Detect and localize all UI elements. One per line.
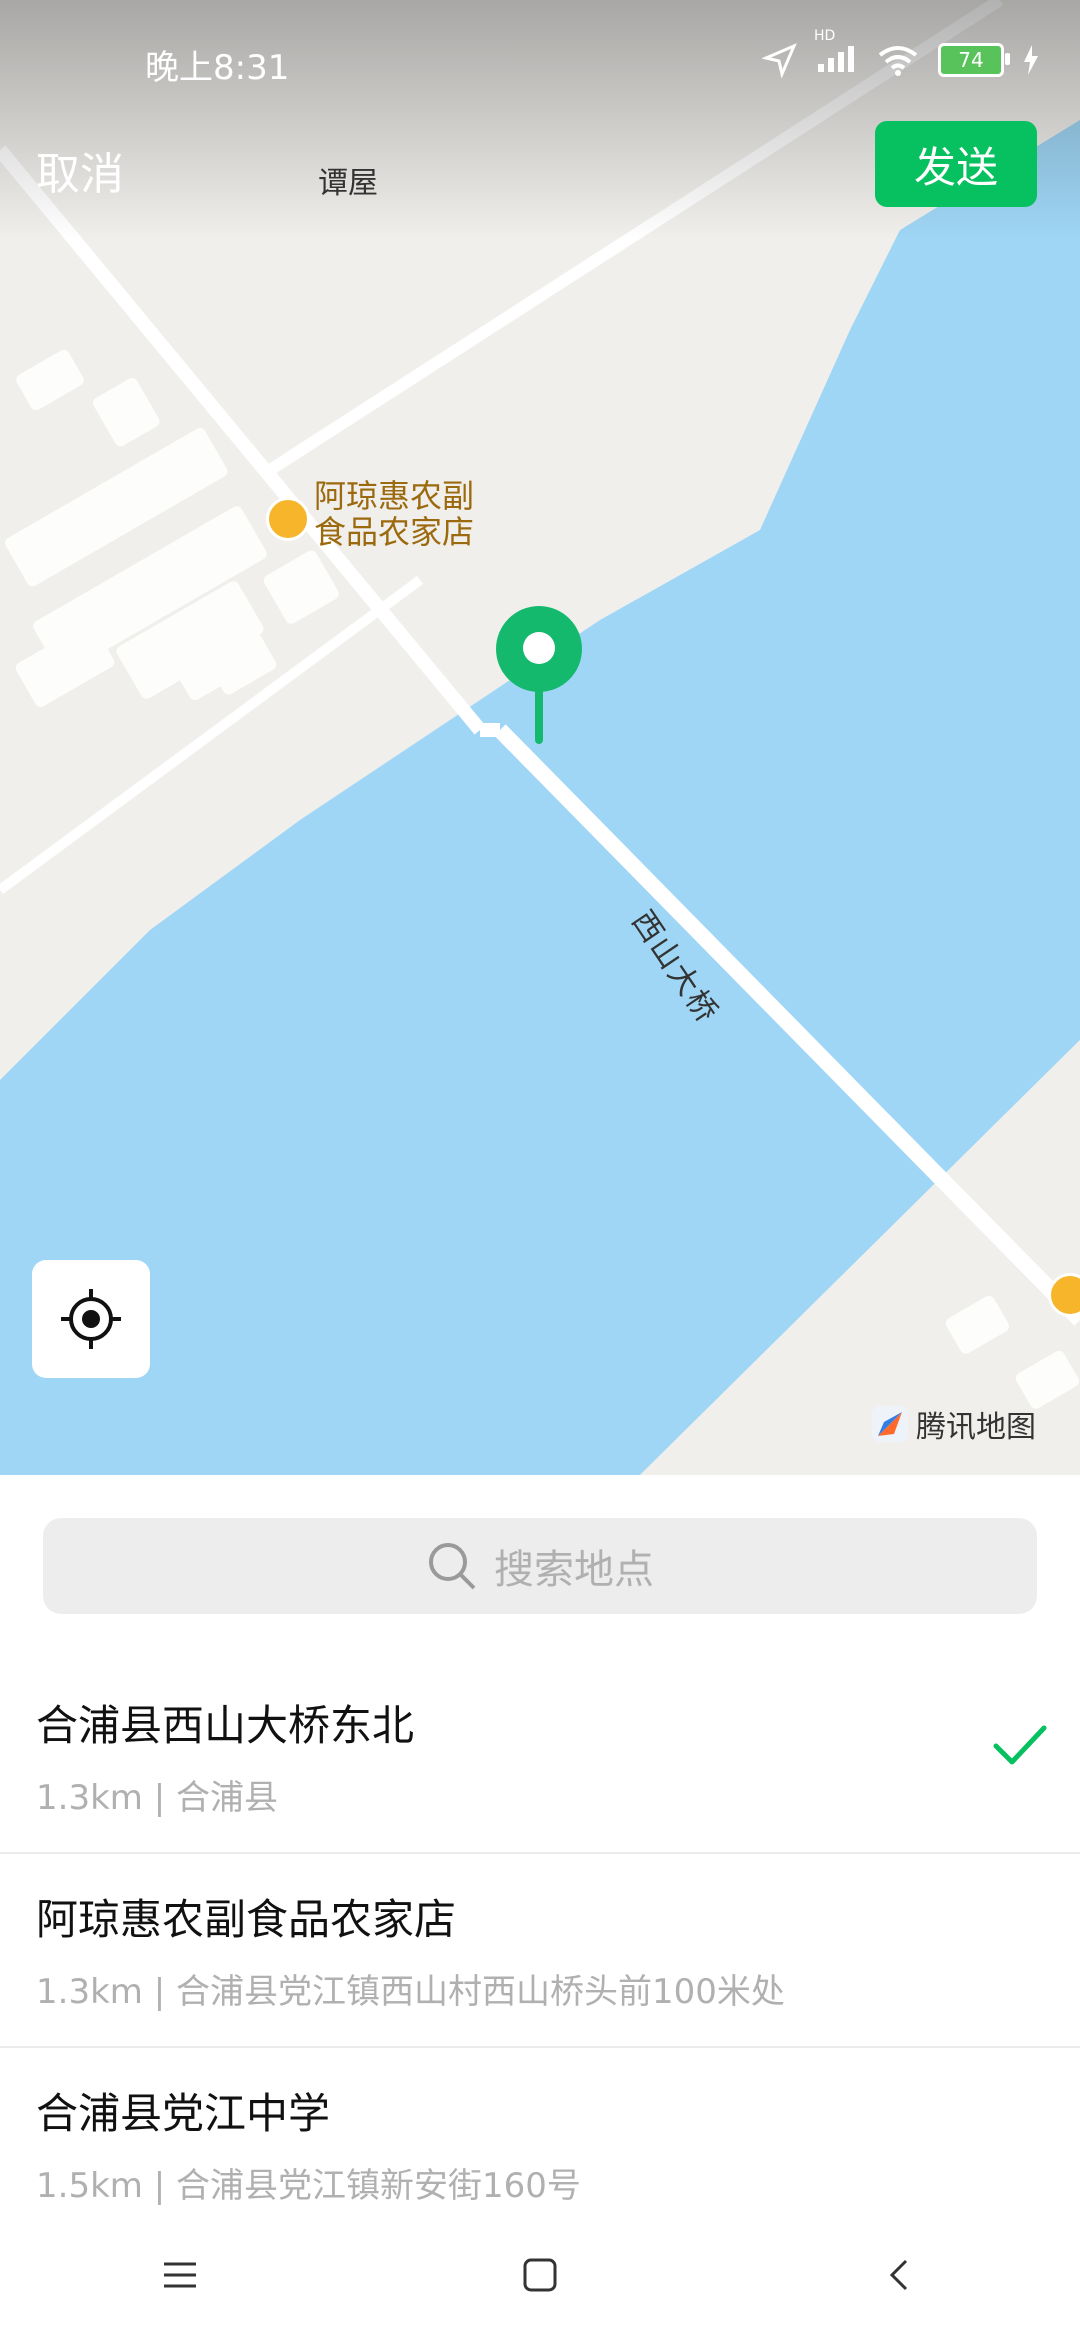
home-square-icon <box>523 2258 557 2292</box>
list-item[interactable]: 阿琼惠农副食品农家店 1.3km | 合浦县党江镇西山村西山桥头前100米处 <box>0 1854 1080 2047</box>
search-input[interactable]: 搜索地点 <box>43 1518 1037 1614</box>
status-icons: HD 74 <box>762 28 1040 78</box>
list-item[interactable]: 合浦县西山大桥东北 1.3km | 合浦县 <box>0 1660 1080 1853</box>
location-pin-stem <box>535 682 543 744</box>
item-subtitle: 1.3km | 合浦县党江镇西山村西山桥头前100米处 <box>36 1972 785 2012</box>
menu-button[interactable] <box>140 2235 220 2315</box>
locate-target-icon <box>61 1289 121 1349</box>
item-subtitle: 1.5km | 合浦县党江镇新安街160号 <box>36 2166 581 2206</box>
item-title: 合浦县西山大桥东北 <box>36 1701 415 1750</box>
back-chevron-icon <box>889 2259 908 2291</box>
status-bar: 晚上8:31 HD 74 <box>0 0 1080 130</box>
back-button[interactable] <box>860 2235 940 2315</box>
location-pin-icon <box>496 606 582 692</box>
tencent-map-logo-icon <box>872 1406 908 1442</box>
battery-icon: 74 <box>938 43 1010 77</box>
item-subtitle: 1.3km | 合浦县 <box>36 1778 278 1818</box>
cancel-button[interactable]: 取消 <box>36 138 124 202</box>
poi-icon[interactable] <box>266 497 310 541</box>
location-arrow-icon <box>762 43 797 78</box>
wifi-icon <box>878 46 918 76</box>
search-placeholder: 搜索地点 <box>494 1547 654 1593</box>
send-button[interactable]: 发送 <box>875 121 1037 207</box>
status-time: 晚上8:31 <box>145 48 290 88</box>
home-button[interactable] <box>500 2235 580 2315</box>
item-title: 阿琼惠农副食品农家店 <box>36 1895 457 1944</box>
map-place-label: 谭屋 <box>318 166 378 201</box>
charging-icon <box>1024 45 1038 75</box>
menu-icon <box>164 2262 196 2288</box>
system-nav-bar <box>0 2210 1080 2340</box>
map-view[interactable]: 谭屋 阿琼惠农副 食品农家店 西山大桥 腾讯地图 <box>0 0 1080 1475</box>
checkmark-icon <box>993 1725 1047 1765</box>
signal-icon: HD <box>814 28 858 78</box>
item-title: 合浦县党江中学 <box>36 2089 331 2138</box>
locate-button[interactable] <box>32 1260 150 1378</box>
map-brand: 腾讯地图 <box>870 1402 1036 1446</box>
search-icon <box>429 1543 476 1590</box>
poi-label[interactable]: 阿琼惠农副 食品农家店 <box>314 478 474 550</box>
